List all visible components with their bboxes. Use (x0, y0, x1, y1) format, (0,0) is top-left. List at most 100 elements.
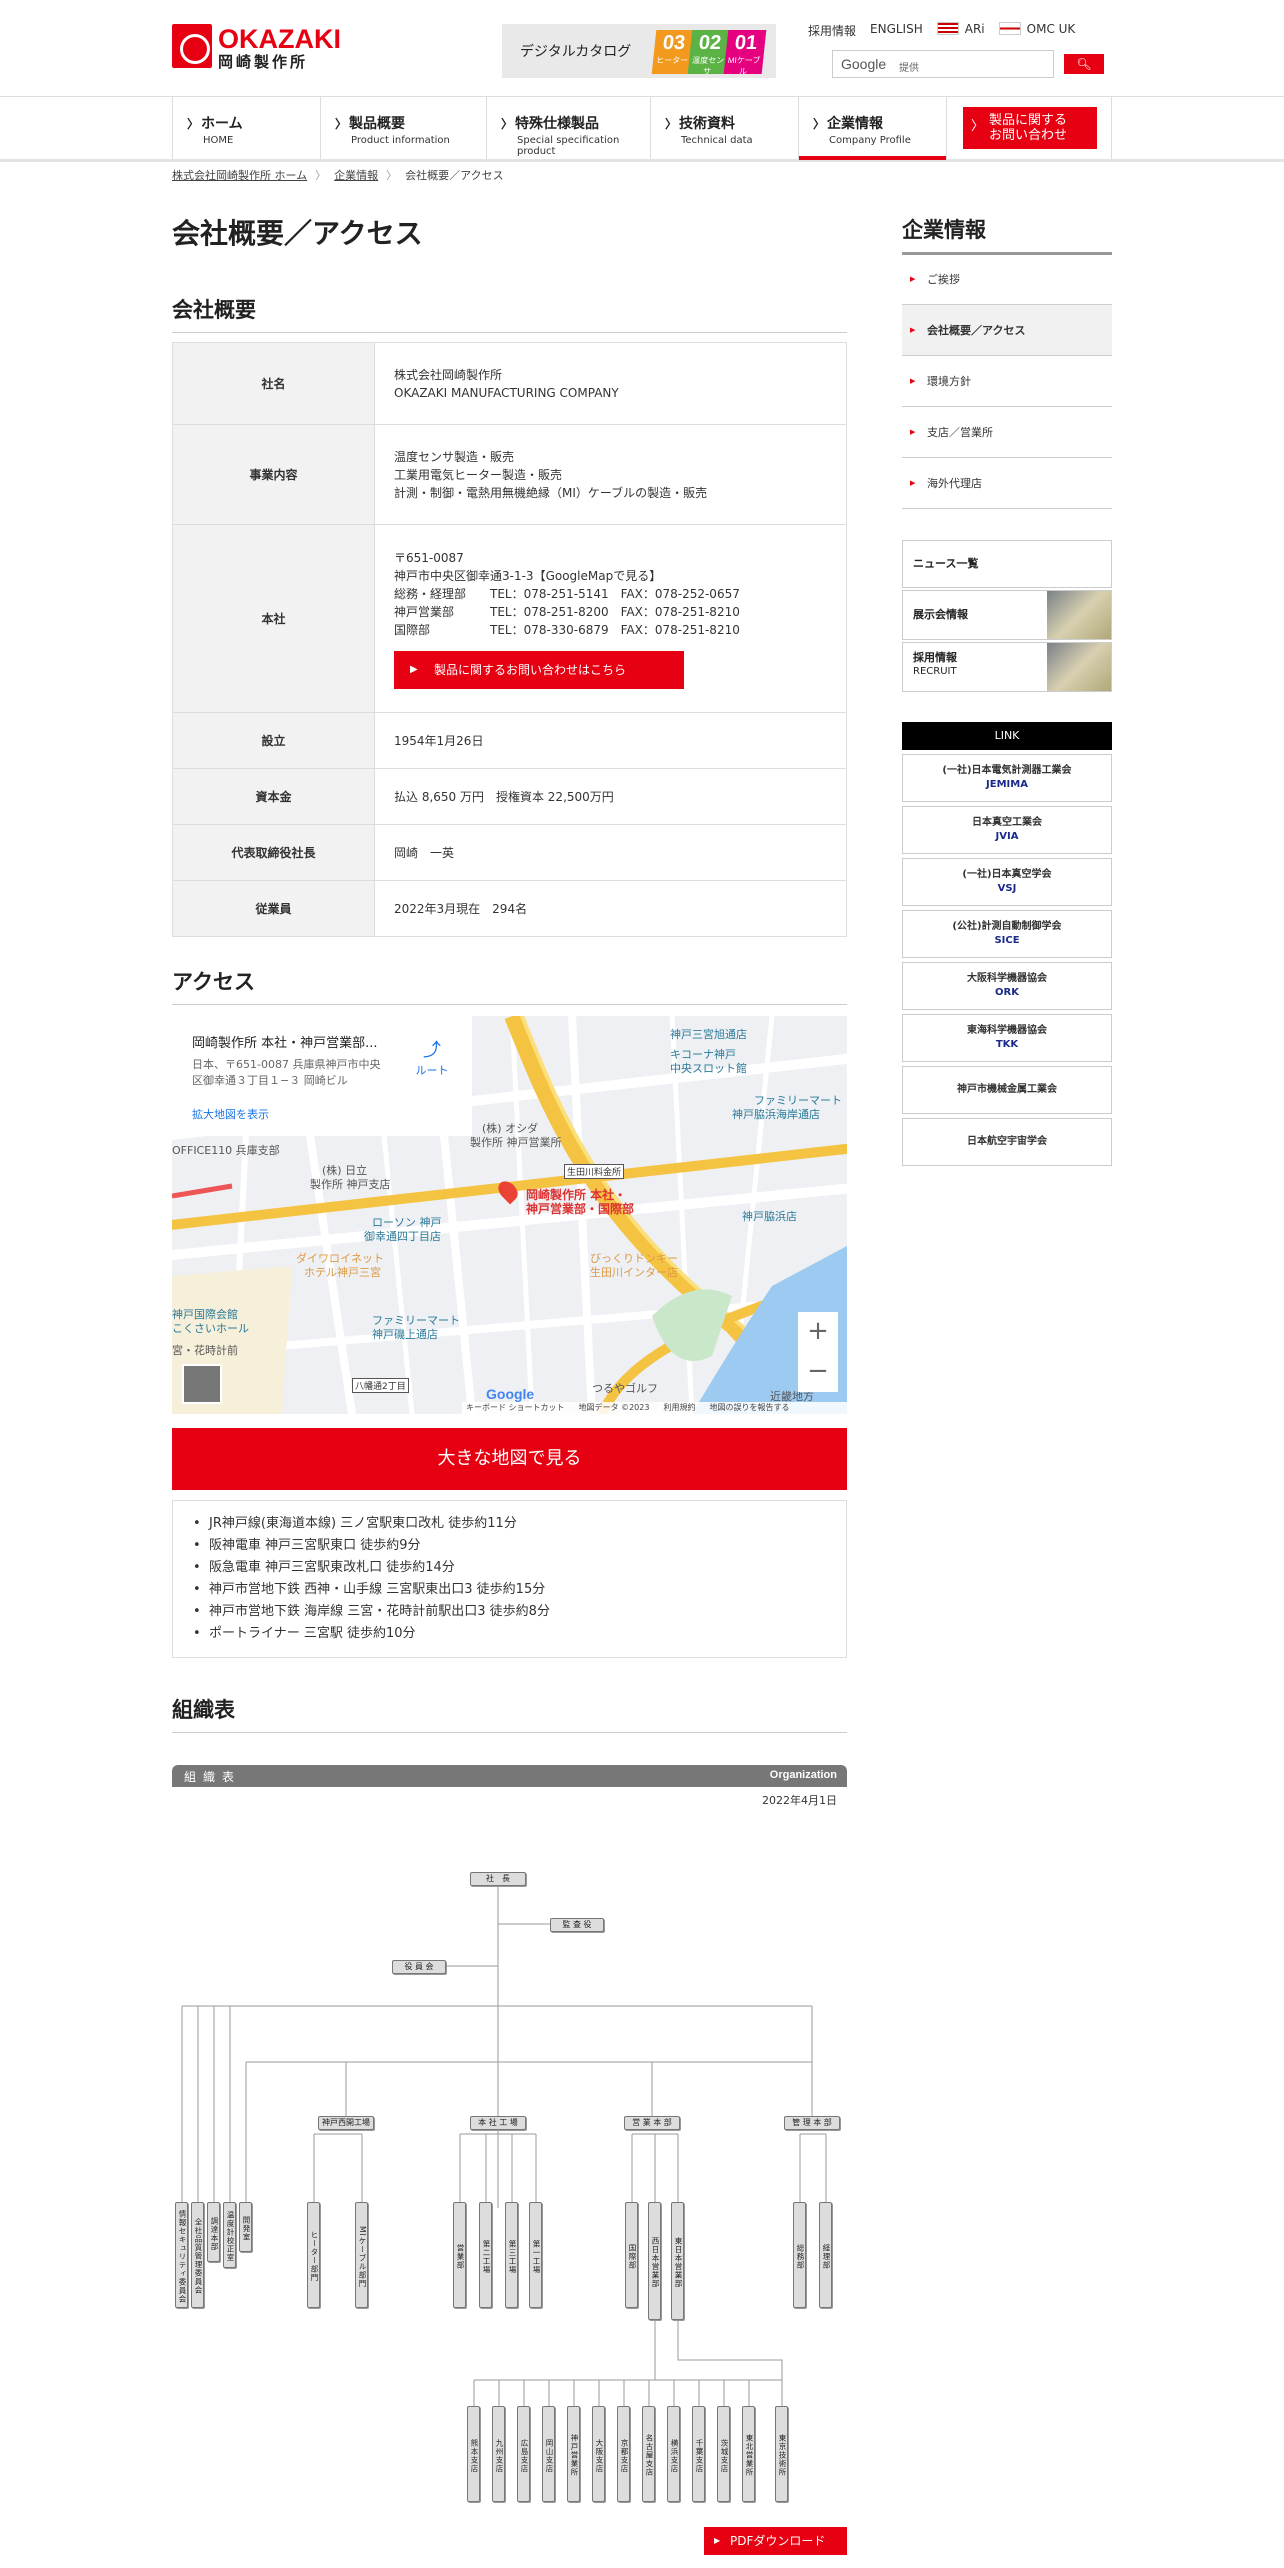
map-enlarge-link[interactable]: 拡大地図を表示 (192, 1106, 269, 1122)
google-map[interactable]: 岡崎製作所 本社・神戸営業部... 日本、〒651-0087 兵庫県神戸市中央 … (172, 1016, 847, 1414)
breadcrumb-current: 会社概要／アクセス (405, 169, 504, 182)
org-unit: 第三工場 (505, 2202, 518, 2308)
org-unit: ヒーター部門 (307, 2202, 320, 2308)
exhibition-image (1047, 591, 1111, 639)
list-item: 神戸市営地下鉄 海岸線 三宮・花時計前駅出口3 徒歩約8分 (191, 1601, 846, 1623)
omc-uk-link[interactable]: OMC UK (998, 22, 1075, 40)
nav-products[interactable]: 製品概要Product information (320, 97, 486, 159)
org-auditor: 監 査 役 (550, 1918, 604, 1932)
nav-contact-button[interactable]: 製品に関するお問い合わせ (963, 107, 1097, 149)
sidebar-item-greeting[interactable]: ご挨拶 (902, 254, 1112, 305)
org-board: 役 員 会 (392, 1960, 446, 1974)
view-large-map-button[interactable]: 大きな地図で見る (172, 1428, 847, 1490)
map-pin-label: 岡崎製作所 本社・ 神戸営業部・国際部 (526, 1188, 635, 1216)
link-kobe-machinery[interactable]: 神戸市機械金属工業会 (902, 1066, 1112, 1114)
org-unit: 東日本営業部 (671, 2202, 684, 2320)
overview-heading: 会社概要 (172, 294, 847, 333)
search-icon: 🔍︎ (1076, 57, 1092, 71)
global-nav: ホームHOME 製品概要Product information 特殊仕様製品Sp… (0, 96, 1284, 162)
sidebar-item-environment[interactable]: 環境方針 (902, 356, 1112, 407)
org-division: 本 社 工 場 (470, 2116, 526, 2130)
map-place-name: 岡崎製作所 本社・神戸営業部... (192, 1036, 378, 1051)
access-routes-list: JR神戸線(東海道本線) 三ノ宮駅東口改札 徒歩約11分 阪神電車 神戸三宮駅東… (172, 1500, 847, 1658)
org-branch: 広島支店 (517, 2406, 530, 2502)
logo-mark-icon (172, 24, 212, 68)
page-title: 会社概要／アクセス (172, 217, 423, 250)
search-input[interactable]: Google 提供 (832, 50, 1054, 78)
org-unit: 温度計校正室 (223, 2202, 236, 2268)
org-branch: 岡山支店 (542, 2406, 555, 2502)
pdf-download-button[interactable]: PDFダウンロード (704, 2527, 847, 2555)
link-jemima[interactable]: (一社)日本電気計測器工業会 JEMIMA (902, 754, 1112, 802)
org-unit: 調達本部 (207, 2202, 220, 2262)
org-chart-bar: 組織表 Organization (172, 1765, 847, 1787)
link-vsj[interactable]: (一社)日本真空学会 VSJ (902, 858, 1112, 906)
org-unit: MIケーブル部門 (355, 2202, 368, 2308)
uk-flag-icon (998, 22, 1021, 35)
map-route-button[interactable]: ⤴ ルート (412, 1036, 452, 1078)
org-heading: 組織表 (172, 1694, 847, 1733)
org-branch: 千葉支店 (692, 2406, 705, 2502)
sidebar-title: 企業情報 (902, 214, 1112, 255)
org-branch: 横浜支店 (667, 2406, 680, 2502)
org-unit: 営業部 (453, 2202, 466, 2308)
company-logo[interactable]: OKAZAKI 岡崎製作所 (172, 24, 342, 71)
nav-contact-cell: 製品に関するお問い合わせ (946, 97, 1112, 159)
nav-home[interactable]: ホームHOME (172, 97, 320, 159)
ari-link[interactable]: ARi (936, 22, 985, 40)
recruit-image (1047, 643, 1111, 691)
breadcrumb-home[interactable]: 株式会社岡崎製作所 ホーム (172, 169, 307, 182)
org-branch: 京都支店 (617, 2406, 630, 2502)
org-division: 営 業 本 部 (624, 2116, 680, 2130)
recruit-link[interactable]: 採用情報 (808, 22, 856, 40)
search-button[interactable]: 🔍︎ (1064, 54, 1104, 74)
nav-technical[interactable]: 技術資料Technical data (650, 97, 798, 159)
sidebar-item-overview[interactable]: 会社概要／アクセス (902, 305, 1112, 356)
org-unit: 情報セキュリティ委員会 (175, 2202, 188, 2308)
map-footer: キーボード ショートカット 地図データ ©2023 利用規約 地図の誤りを報告する (462, 1402, 847, 1414)
recruit-button[interactable]: 採用情報 RECRUIT (902, 642, 1112, 692)
link-aerospace[interactable]: 日本航空宇宙学会 (902, 1118, 1112, 1166)
exhibition-button[interactable]: 展示会情報 (902, 590, 1112, 640)
org-branch: 名古屋支店 (642, 2406, 655, 2502)
org-date: 2022年4月1日 (762, 1794, 837, 1807)
list-item: 阪神電車 神戸三宮駅東口 徒歩約9分 (191, 1535, 846, 1557)
directions-icon: ⤴ (423, 1040, 441, 1061)
org-branch: 東北営業所 (742, 2406, 755, 2502)
news-list-button[interactable]: ニュース一覧 (902, 540, 1112, 588)
digital-catalog-banner[interactable]: デジタルカタログ 03 ヒーター 02 温度センサ 01 MIケーブル (502, 24, 776, 78)
sidebar-item-branches[interactable]: 支店／営業所 (902, 407, 1112, 458)
breadcrumb-company[interactable]: 企業情報 (334, 169, 378, 182)
link-sice[interactable]: (公社)計測自動制御学会 SICE (902, 910, 1112, 958)
top-links: 採用情報 ENGLISH ARi OMC UK (808, 22, 1118, 40)
org-unit: 第一工場 (529, 2202, 542, 2308)
map-zoom-out[interactable]: − (798, 1352, 838, 1392)
map-zoom-in[interactable]: + (798, 1312, 838, 1352)
org-branch: 熊本支店 (467, 2406, 480, 2502)
map-satellite-toggle[interactable] (182, 1364, 222, 1404)
org-unit: 全社品質管理委員会 (191, 2202, 204, 2308)
link-tkk[interactable]: 東海科学機器協会 TKK (902, 1014, 1112, 1062)
nav-special[interactable]: 特殊仕様製品Special specification product (486, 97, 650, 159)
org-unit: 国際部 (625, 2202, 638, 2308)
org-president: 社 長 (470, 1872, 526, 1886)
org-branch: 大阪支店 (592, 2406, 605, 2502)
company-overview-table: 社名 株式会社岡崎製作所 OKAZAKI MANUFACTURING COMPANY… (172, 342, 847, 937)
breadcrumb: 株式会社岡崎製作所 ホーム〉企業情報〉会社概要／アクセス (172, 169, 504, 182)
org-unit: 西日本営業部 (648, 2202, 661, 2320)
org-division: 管 理 本 部 (784, 2116, 840, 2130)
catalog-mi-cable[interactable]: 01 MIケーブル (723, 30, 767, 76)
google-logo: Google (486, 1386, 535, 1402)
list-item: 神戸市営地下鉄 西神・山手線 三宮駅東出口3 徒歩約15分 (191, 1579, 846, 1601)
us-flag-icon (936, 22, 959, 35)
list-item: JR神戸線(東海道本線) 三ノ宮駅東口改札 徒歩約11分 (191, 1513, 846, 1535)
list-item: ポートライナー 三宮駅 徒歩約10分 (191, 1623, 846, 1645)
org-branch: 茨城支店 (717, 2406, 730, 2502)
product-inquiry-button[interactable]: 製品に関するお問い合わせはこちら (394, 650, 684, 689)
nav-company[interactable]: 企業情報Company Profile (798, 97, 946, 160)
link-ork[interactable]: 大阪科学機器協会 ORK (902, 962, 1112, 1010)
link-jvia[interactable]: 日本真空工業会 JVIA (902, 806, 1112, 854)
english-link[interactable]: ENGLISH (870, 22, 923, 40)
sidebar-item-overseas[interactable]: 海外代理店 (902, 458, 1112, 509)
org-unit: 第二工場 (479, 2202, 492, 2308)
